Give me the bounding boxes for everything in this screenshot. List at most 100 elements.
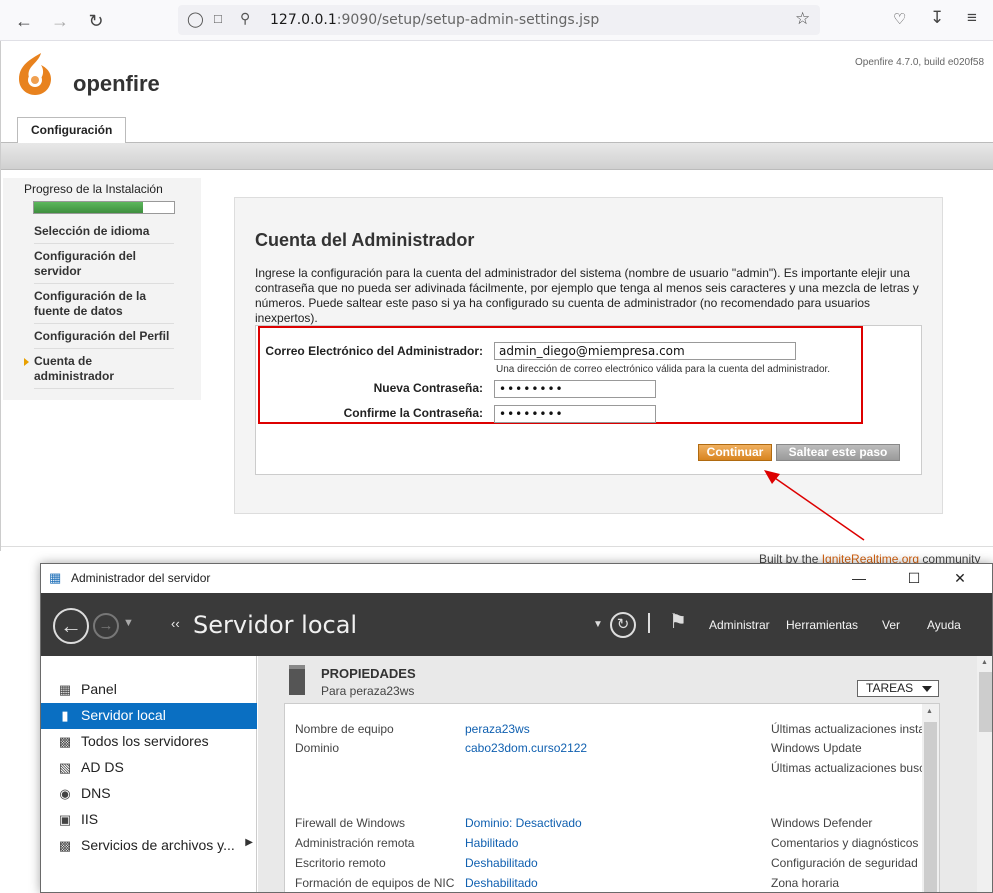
sub-nav-bar	[1, 143, 993, 170]
properties-title: PROPIEDADES	[321, 666, 416, 681]
prop-right-label: Últimas actualizaciones instaladas	[771, 722, 940, 736]
prop-right-label: Configuración de seguridad	[771, 856, 918, 870]
chevron-right-icon[interactable]: ▶	[245, 837, 253, 848]
menu-icon[interactable]: ≡	[967, 8, 977, 28]
separator	[648, 613, 650, 633]
main-scrollbar[interactable]: ▲	[977, 656, 992, 892]
sidebar-item-servicios-archivos[interactable]: ▩ Servicios de archivos y... ▶	[41, 833, 257, 859]
refresh-icon[interactable]: ↻	[610, 612, 636, 638]
download-icon[interactable]: ↧	[930, 8, 944, 28]
star-icon[interactable]: ☆	[795, 9, 810, 29]
prop-label: Nombre de equipo	[295, 722, 394, 736]
close-icon[interactable]: ✕	[945, 568, 975, 588]
prop-label: Dominio	[295, 741, 340, 755]
sidebar-item-ad-ds[interactable]: ▧ AD DS	[41, 755, 257, 781]
confirm-password-label: Confirme la Contraseña:	[343, 406, 483, 420]
sidebar-item-cuenta-admin[interactable]: Cuenta de administrador	[24, 354, 174, 389]
forward-arrow-icon[interactable]: →	[47, 8, 73, 34]
prop-value-link[interactable]: Habilitado	[465, 836, 518, 850]
forward-arrow-icon[interactable]: →	[93, 613, 119, 639]
tab-bar: Configuración	[1, 117, 993, 143]
scrollbar-thumb[interactable]	[924, 722, 937, 892]
skip-step-button[interactable]: Saltear este paso	[776, 444, 900, 461]
tab-configuracion[interactable]: Configuración	[17, 117, 127, 143]
properties-scrollbar[interactable]: ▲	[922, 704, 939, 892]
scroll-up-icon[interactable]: ▲	[926, 708, 933, 715]
prop-right-label: Windows Update	[771, 741, 862, 755]
breadcrumb-arrows-icon: ‹‹	[171, 616, 180, 631]
history-dropdown-icon[interactable]: ▼	[123, 617, 134, 629]
logo-text: openfire	[73, 71, 160, 96]
prop-right-label: Últimas actualizaciones buscadas	[771, 761, 940, 775]
progress-bar	[33, 201, 175, 214]
prop-right-label: Windows Defender	[771, 816, 873, 830]
back-arrow-icon[interactable]: ←	[11, 8, 37, 34]
openfire-logo: openfire	[11, 49, 171, 99]
version-text: Openfire 4.7.0, build e020f58	[855, 57, 984, 68]
prop-right-label: Zona horaria	[771, 876, 840, 890]
scrollbar-thumb[interactable]	[979, 672, 992, 732]
menu-ver[interactable]: Ver	[882, 618, 900, 632]
admin-form: Correo Electrónico del Administrador: ad…	[255, 325, 922, 475]
window-titlebar: ▦ Administrador del servidor — ☐ ✕	[41, 564, 992, 593]
properties-panel: Nombre de equipo peraza23ws Dominio cabo…	[284, 703, 940, 892]
menu-ayuda[interactable]: Ayuda	[927, 618, 961, 632]
browser-toolbar: ← → ↻ ◯ □ ⚲ 127.0.0.1:9090/setup/setup-a…	[0, 0, 993, 41]
sidebar-nav: ▦ Panel ▮ Servidor local ▩ Todos los servid…	[41, 656, 257, 892]
pocket-icon[interactable]: ♡	[893, 10, 906, 28]
flame-icon	[19, 53, 51, 95]
prop-value-link[interactable]: Dominio: Desactivado	[465, 816, 582, 830]
notifications-flag-icon[interactable]: ⚑	[669, 609, 687, 634]
url-bar[interactable]: ◯ □ ⚲ 127.0.0.1:9090/setup/setup-admin-s…	[178, 5, 820, 35]
password-field[interactable]: ••••••••	[494, 380, 656, 398]
back-arrow-icon[interactable]: ←	[53, 608, 89, 644]
sidebar-item-idioma[interactable]: Selección de idioma	[34, 224, 174, 244]
continue-button[interactable]: Continuar	[698, 444, 772, 461]
prop-value-link[interactable]: cabo23dom.curso2122	[465, 741, 587, 755]
page-icon: □	[214, 11, 222, 26]
chevron-down-icon	[922, 686, 932, 692]
sidebar-item-servidor-local[interactable]: ▮ Servidor local	[41, 703, 257, 729]
scroll-up-icon[interactable]: ▲	[981, 659, 988, 666]
prop-value-link[interactable]: peraza23ws	[465, 722, 530, 736]
progress-label: Progreso de la Instalación	[24, 182, 163, 196]
tasks-label: TAREAS	[866, 681, 914, 695]
prop-label: Administración remota	[295, 836, 415, 850]
server-manager-window: ▦ Administrador del servidor — ☐ ✕ ← → ▼…	[40, 563, 993, 893]
sidebar-item-panel[interactable]: ▦ Panel	[41, 677, 257, 703]
email-hint: Una dirección de correo electrónico váli…	[496, 364, 831, 375]
properties-subtitle: Para peraza23ws	[321, 684, 415, 698]
prop-value-link[interactable]: Deshabilitado	[465, 856, 538, 870]
confirm-password-field[interactable]: ••••••••	[494, 405, 656, 423]
maximize-icon[interactable]: ☐	[899, 568, 929, 588]
sidebar-item-perfil[interactable]: Configuración del Perfil	[34, 329, 174, 349]
file-services-icon: ▩	[58, 838, 72, 853]
setup-sidebar: Progreso de la Instalación Selección de …	[3, 178, 201, 400]
minimize-icon[interactable]: —	[844, 568, 874, 588]
annotation-arrow-icon	[764, 470, 865, 541]
sidebar-item-todos-servidores[interactable]: ▩ Todos los servidores	[41, 729, 257, 755]
shield-icon[interactable]: ◯	[187, 10, 204, 28]
prop-label: Escritorio remoto	[295, 856, 386, 870]
properties-area: PROPIEDADES Para peraza23ws TAREAS Nombr…	[258, 656, 992, 892]
sidebar-item-servidor[interactable]: Configuración del servidor	[34, 249, 174, 284]
menu-herramientas[interactable]: Herramientas	[786, 618, 858, 632]
refresh-dropdown-icon[interactable]: ▼	[593, 619, 603, 630]
server-manager-header: ← → ▼ ‹‹ Servidor local ▼ ↻ ⚑ Administra…	[41, 593, 992, 656]
sidebar-item-dns[interactable]: ◉ DNS	[41, 781, 257, 807]
email-label: Correo Electrónico del Administrador:	[265, 344, 483, 358]
key-icon[interactable]: ⚲	[240, 10, 250, 27]
prop-value-link[interactable]: Deshabilitado	[465, 876, 538, 890]
server-manager-icon: ▦	[49, 570, 62, 585]
url-text[interactable]: 127.0.0.1:9090/setup/setup-admin-setting…	[270, 12, 599, 28]
dashboard-icon: ▦	[58, 682, 72, 697]
reload-icon[interactable]: ↻	[83, 8, 109, 34]
menu-administrar[interactable]: Administrar	[709, 618, 770, 632]
sidebar-item-iis[interactable]: ▣ IIS	[41, 807, 257, 833]
sidebar-item-fuente-datos[interactable]: Configuración de la fuente de datos	[34, 289, 174, 324]
tasks-dropdown[interactable]: TAREAS	[857, 680, 939, 697]
email-field[interactable]: admin_diego@miempresa.com	[494, 342, 796, 360]
page-title: Servidor local	[193, 611, 358, 639]
progress-fill	[34, 202, 144, 213]
window-title: Administrador del servidor	[71, 571, 211, 585]
